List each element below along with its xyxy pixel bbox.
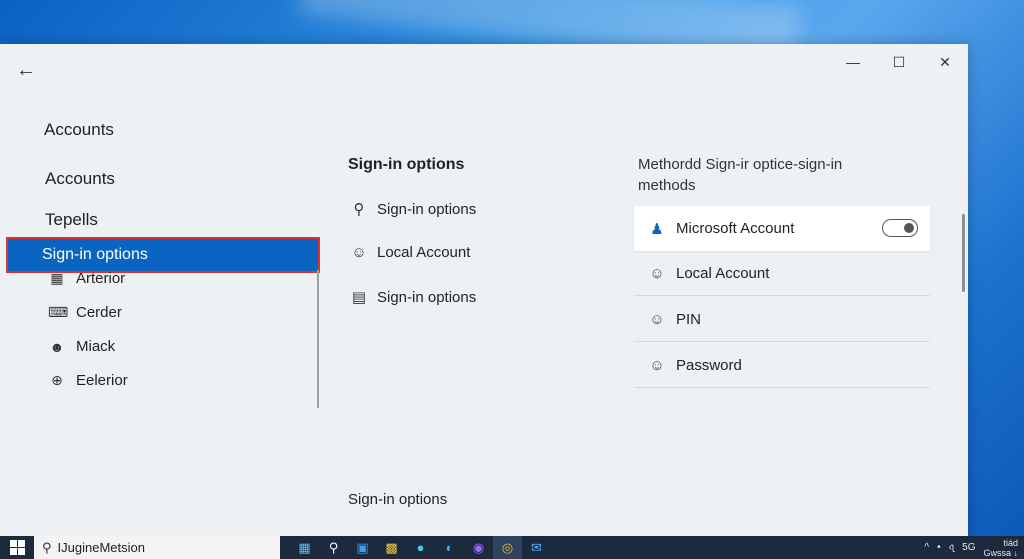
settings-window: ← — ☐ ✕ Accounts Accounts Tepells Sign-i… bbox=[0, 44, 968, 536]
search-icon: ⚲ bbox=[353, 201, 365, 218]
sidebar-divider bbox=[317, 270, 319, 408]
scrollbar[interactable] bbox=[962, 214, 965, 292]
grid-icon: ▦ bbox=[50, 270, 64, 286]
keyboard-icon: ⌨ bbox=[48, 304, 69, 320]
taskbar-search-input[interactable]: ⚲ IJugineMetsion bbox=[34, 536, 280, 559]
method-password[interactable]: ☺ Password bbox=[634, 343, 930, 388]
sidebar-item-label: Arterior bbox=[76, 270, 126, 287]
option-sign-in-options-2[interactable]: ▤ Sign-in options bbox=[350, 288, 477, 307]
method-pin[interactable]: ☺ PIN bbox=[634, 297, 930, 342]
tray-chevron-icon[interactable]: ^ bbox=[924, 542, 929, 553]
method-label: Microsoft Account bbox=[676, 220, 795, 237]
person-icon: ♟ bbox=[650, 220, 664, 238]
windows-icon[interactable]: ▦ bbox=[290, 536, 319, 559]
option-sign-in-options[interactable]: ⚲ Sign-in options bbox=[350, 200, 477, 219]
sidebar-item-cerder[interactable]: ⌨ Cerder bbox=[48, 304, 122, 321]
method-local-account[interactable]: ☺ Local Account bbox=[634, 251, 930, 296]
sidebar-link-tepells[interactable]: Tepells bbox=[45, 210, 98, 230]
crosshair-icon: ⊕ bbox=[51, 372, 63, 388]
tray-network-icon[interactable]: 5G bbox=[962, 542, 975, 553]
clock-line-2: Gwssa ↓ bbox=[983, 547, 1018, 558]
sidebar-link-accounts[interactable]: Accounts bbox=[45, 169, 115, 189]
edge-icon[interactable]: ◐ bbox=[435, 536, 464, 559]
minimize-icon[interactable]: — bbox=[830, 50, 876, 74]
sidebar-item-miack[interactable]: ☻ Miack bbox=[48, 338, 116, 355]
search-icon: ⚲ bbox=[42, 539, 52, 555]
tray-status-icon[interactable]: • bbox=[937, 542, 941, 553]
option-label: Sign-in options bbox=[377, 288, 477, 306]
file-explorer-icon[interactable]: ▣ bbox=[348, 536, 377, 559]
sidebar-item-arterior[interactable]: ▦ Arterior bbox=[48, 270, 125, 287]
person-icon: ☺ bbox=[649, 264, 665, 282]
sidebar-item-label: Miack bbox=[76, 338, 116, 355]
method-label: Password bbox=[676, 356, 742, 374]
app-icon[interactable]: ◉ bbox=[464, 536, 493, 559]
chrome-icon[interactable]: ◎ bbox=[493, 536, 522, 559]
maximize-icon[interactable]: ☐ bbox=[876, 50, 922, 74]
toggle-knob bbox=[904, 223, 914, 233]
person-icon: ☺ bbox=[351, 244, 367, 261]
person-icon: ☺ bbox=[649, 310, 665, 328]
mail-icon[interactable]: ✉ bbox=[522, 536, 551, 559]
sidebar-heading: Accounts bbox=[44, 120, 114, 139]
close-icon[interactable]: ✕ bbox=[922, 50, 968, 74]
folder-icon[interactable]: ▩ bbox=[377, 536, 406, 559]
section-title: Sign-in options bbox=[348, 156, 465, 173]
back-arrow-icon[interactable]: ← bbox=[16, 58, 40, 82]
option-label: Sign-in options bbox=[377, 200, 477, 218]
system-tray: ^ • ‹ʅ 5G tiád Gwssa ↓ bbox=[924, 536, 1018, 559]
clock[interactable]: tiád Gwssa ↓ bbox=[983, 538, 1018, 558]
method-microsoft-account[interactable]: ♟ Microsoft Account bbox=[634, 206, 930, 251]
clock-line-1: tiád bbox=[1003, 537, 1018, 548]
sidebar-item-label: Eelerior bbox=[76, 372, 128, 389]
method-label: PIN bbox=[676, 310, 702, 328]
sidebar-item-sign-in-options[interactable]: Sign-in options bbox=[6, 237, 320, 273]
sidebar-item-eelerior[interactable]: ⊕ Eelerior bbox=[48, 372, 128, 389]
taskbar-apps: ▦ ⚲ ▣ ▩ ● ◐ ◉ ◎ ✉ bbox=[290, 536, 551, 559]
sidebar-item-label: Sign-in options bbox=[42, 246, 148, 263]
option-local-account[interactable]: ☺ Local Account bbox=[350, 244, 470, 261]
windows-icon bbox=[9, 540, 25, 555]
person-icon: ☺ bbox=[649, 356, 665, 374]
footer-link[interactable]: Sign-in options bbox=[348, 491, 447, 508]
store-icon[interactable]: ● bbox=[406, 536, 435, 559]
search-icon[interactable]: ⚲ bbox=[319, 536, 348, 559]
taskbar: ⚲ IJugineMetsion ▦ ⚲ ▣ ▩ ● ◐ ◉ ◎ ✉ ^ • ‹… bbox=[0, 536, 1024, 559]
search-text: IJugineMetsion bbox=[57, 540, 145, 555]
option-label: Local Account bbox=[377, 244, 471, 261]
methods-heading: Methordd Sign-ir optice-sign-in methods bbox=[638, 156, 843, 194]
window-controls: — ☐ ✕ bbox=[830, 50, 968, 74]
tray-volume-icon[interactable]: ‹ʅ bbox=[949, 542, 955, 553]
id-card-icon: ▤ bbox=[351, 289, 367, 306]
sidebar-item-label: Cerder bbox=[76, 304, 122, 321]
start-button[interactable] bbox=[0, 536, 34, 559]
people-icon: ☻ bbox=[49, 338, 65, 355]
method-label: Local Account bbox=[676, 264, 770, 282]
microsoft-account-toggle[interactable] bbox=[882, 219, 918, 237]
